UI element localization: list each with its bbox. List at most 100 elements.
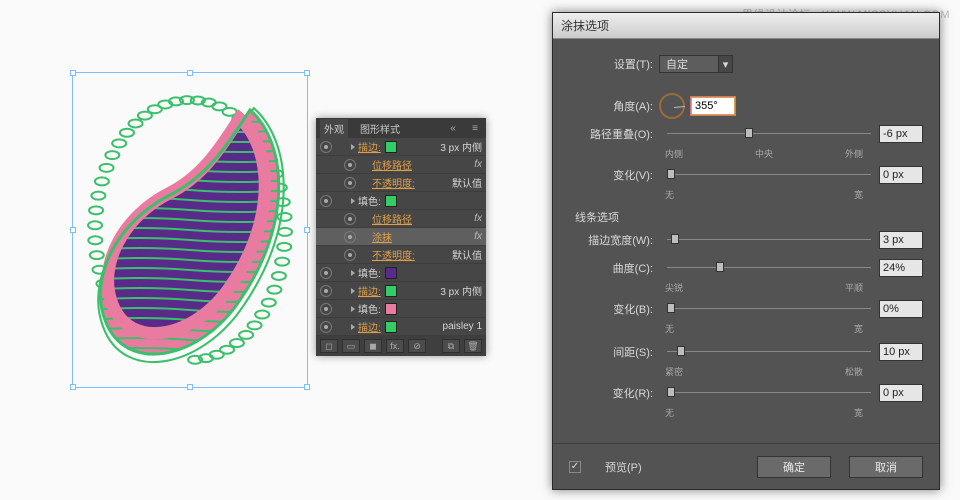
clear-btn[interactable]: ⊘: [408, 339, 426, 353]
appearance-row[interactable]: 填色:: [316, 264, 486, 282]
handle-bl[interactable]: [70, 384, 76, 390]
angle-dial[interactable]: [659, 93, 685, 119]
visibility-icon[interactable]: [320, 303, 332, 315]
row-label: 不透明度:: [372, 247, 415, 262]
spacing-input[interactable]: 10 px: [879, 343, 923, 361]
handle-br[interactable]: [304, 384, 310, 390]
fx-icon[interactable]: fx: [474, 231, 482, 242]
fx-icon[interactable]: fx: [474, 213, 482, 224]
trash-btn[interactable]: 🗑: [464, 339, 482, 353]
handle-mr[interactable]: [304, 227, 310, 233]
spacing-label: 间距(S):: [569, 344, 659, 360]
handle-tr[interactable]: [304, 70, 310, 76]
add-effect-btn[interactable]: fx.: [386, 339, 404, 353]
angle-input[interactable]: 355°: [691, 97, 735, 115]
new-art-btn[interactable]: ◻: [320, 339, 338, 353]
variation3-slider[interactable]: [667, 384, 871, 402]
visibility-icon[interactable]: [344, 213, 356, 225]
row-label: 位移路径: [372, 211, 412, 226]
curv-ticks: 尖锐平顺: [665, 281, 923, 294]
visibility-icon[interactable]: [320, 141, 332, 153]
appearance-row[interactable]: 填色:: [316, 192, 486, 210]
visibility-icon[interactable]: [320, 321, 332, 333]
curv-slider[interactable]: [667, 259, 871, 277]
chevron-down-icon[interactable]: ▾: [719, 55, 733, 73]
color-swatch[interactable]: [385, 267, 397, 279]
variation2-slider[interactable]: [667, 300, 871, 318]
appearance-row[interactable]: 位移路径 fx: [316, 156, 486, 174]
row-label: 描边:: [358, 319, 381, 334]
appearance-row[interactable]: 涂抹fx: [316, 228, 486, 246]
ok-button[interactable]: 确定: [757, 456, 831, 478]
row-label: 填色:: [358, 265, 381, 280]
visibility-icon[interactable]: [344, 159, 356, 171]
row-label: 填色:: [358, 193, 381, 208]
appearance-row[interactable]: 描边: paisley 1: [316, 318, 486, 336]
handle-tm[interactable]: [187, 70, 193, 76]
appearance-row[interactable]: 描边:3 px 内侧: [316, 282, 486, 300]
row-extra: 3 px 内侧: [440, 139, 482, 154]
disclosure-icon[interactable]: [351, 288, 355, 294]
canvas-artwork[interactable]: [80, 80, 300, 380]
settings-select[interactable]: 自定: [659, 55, 719, 73]
disclosure-icon[interactable]: [351, 306, 355, 312]
variation3-label: 变化(R):: [569, 385, 659, 401]
appearance-row[interactable]: 位移路径 fx: [316, 210, 486, 228]
color-swatch[interactable]: [385, 141, 397, 153]
curv-input[interactable]: 24%: [879, 259, 923, 277]
overlap-slider[interactable]: [667, 125, 871, 143]
appearance-row[interactable]: 描边:3 px 内侧: [316, 138, 486, 156]
strokew-input[interactable]: 3 px: [879, 231, 923, 249]
cancel-button[interactable]: 取消: [849, 456, 923, 478]
handle-tl[interactable]: [70, 70, 76, 76]
duplicate-btn[interactable]: ⧉: [442, 339, 460, 353]
appearance-rows: 描边:3 px 内侧位移路径fx不透明度:默认值填色:位移路径fx涂抹fx不透明…: [316, 138, 486, 336]
variation1-slider[interactable]: [667, 166, 871, 184]
visibility-icon[interactable]: [344, 249, 356, 261]
appearance-row[interactable]: 不透明度:默认值: [316, 174, 486, 192]
disclosure-icon[interactable]: [351, 144, 355, 150]
variation3-input[interactable]: 0 px: [879, 384, 923, 402]
spacing-slider[interactable]: [667, 343, 871, 361]
visibility-icon[interactable]: [320, 285, 332, 297]
strokew-label: 描边宽度(W):: [569, 232, 659, 248]
scribble-options-dialog: 涂抹选项 设置(T): 自定 ▾ 角度(A): 355° 路径重叠(O): -6…: [552, 12, 940, 490]
row-label: 位移路径: [372, 157, 412, 172]
handle-bm[interactable]: [187, 384, 193, 390]
disclosure-icon[interactable]: [351, 270, 355, 276]
panel-menu-icon[interactable]: ≡: [468, 121, 482, 135]
row-extra: 3 px 内侧: [440, 283, 482, 298]
color-swatch[interactable]: [385, 303, 397, 315]
preview-checkbox[interactable]: ✓: [569, 461, 581, 473]
add-fill-btn[interactable]: ◼: [364, 339, 382, 353]
visibility-icon[interactable]: [344, 177, 356, 189]
settings-label: 设置(T):: [569, 56, 659, 72]
tab-graphicstyles[interactable]: 图形样式: [356, 119, 404, 138]
fx-icon[interactable]: fx: [474, 159, 482, 170]
visibility-icon[interactable]: [320, 267, 332, 279]
selection-bbox: [72, 72, 308, 388]
visibility-icon[interactable]: [344, 231, 356, 243]
add-stroke-btn[interactable]: ▭: [342, 339, 360, 353]
color-swatch[interactable]: [385, 321, 397, 333]
row-extra: paisley 1: [443, 321, 482, 332]
appearance-row[interactable]: 填色:: [316, 300, 486, 318]
panel-toolbar: ◻ ▭ ◼ fx. ⊘ ⧉ 🗑: [316, 336, 486, 356]
dialog-title: 涂抹选项: [553, 13, 939, 39]
strokew-slider[interactable]: [667, 231, 871, 249]
disclosure-icon[interactable]: [351, 198, 355, 204]
color-swatch[interactable]: [385, 195, 397, 207]
angle-label: 角度(A):: [569, 98, 659, 114]
color-swatch[interactable]: [385, 285, 397, 297]
disclosure-icon[interactable]: [351, 324, 355, 330]
variation2-input[interactable]: 0%: [879, 300, 923, 318]
spacing-ticks: 紧密松散: [665, 365, 923, 378]
handle-ml[interactable]: [70, 227, 76, 233]
tab-appearance[interactable]: 外观: [320, 119, 348, 138]
panel-collapse-icon[interactable]: «: [446, 121, 460, 135]
overlap-input[interactable]: -6 px: [879, 125, 923, 143]
appearance-row[interactable]: 不透明度:默认值: [316, 246, 486, 264]
variation1-input[interactable]: 0 px: [879, 166, 923, 184]
visibility-icon[interactable]: [320, 195, 332, 207]
row-extra: 默认值: [452, 175, 482, 190]
